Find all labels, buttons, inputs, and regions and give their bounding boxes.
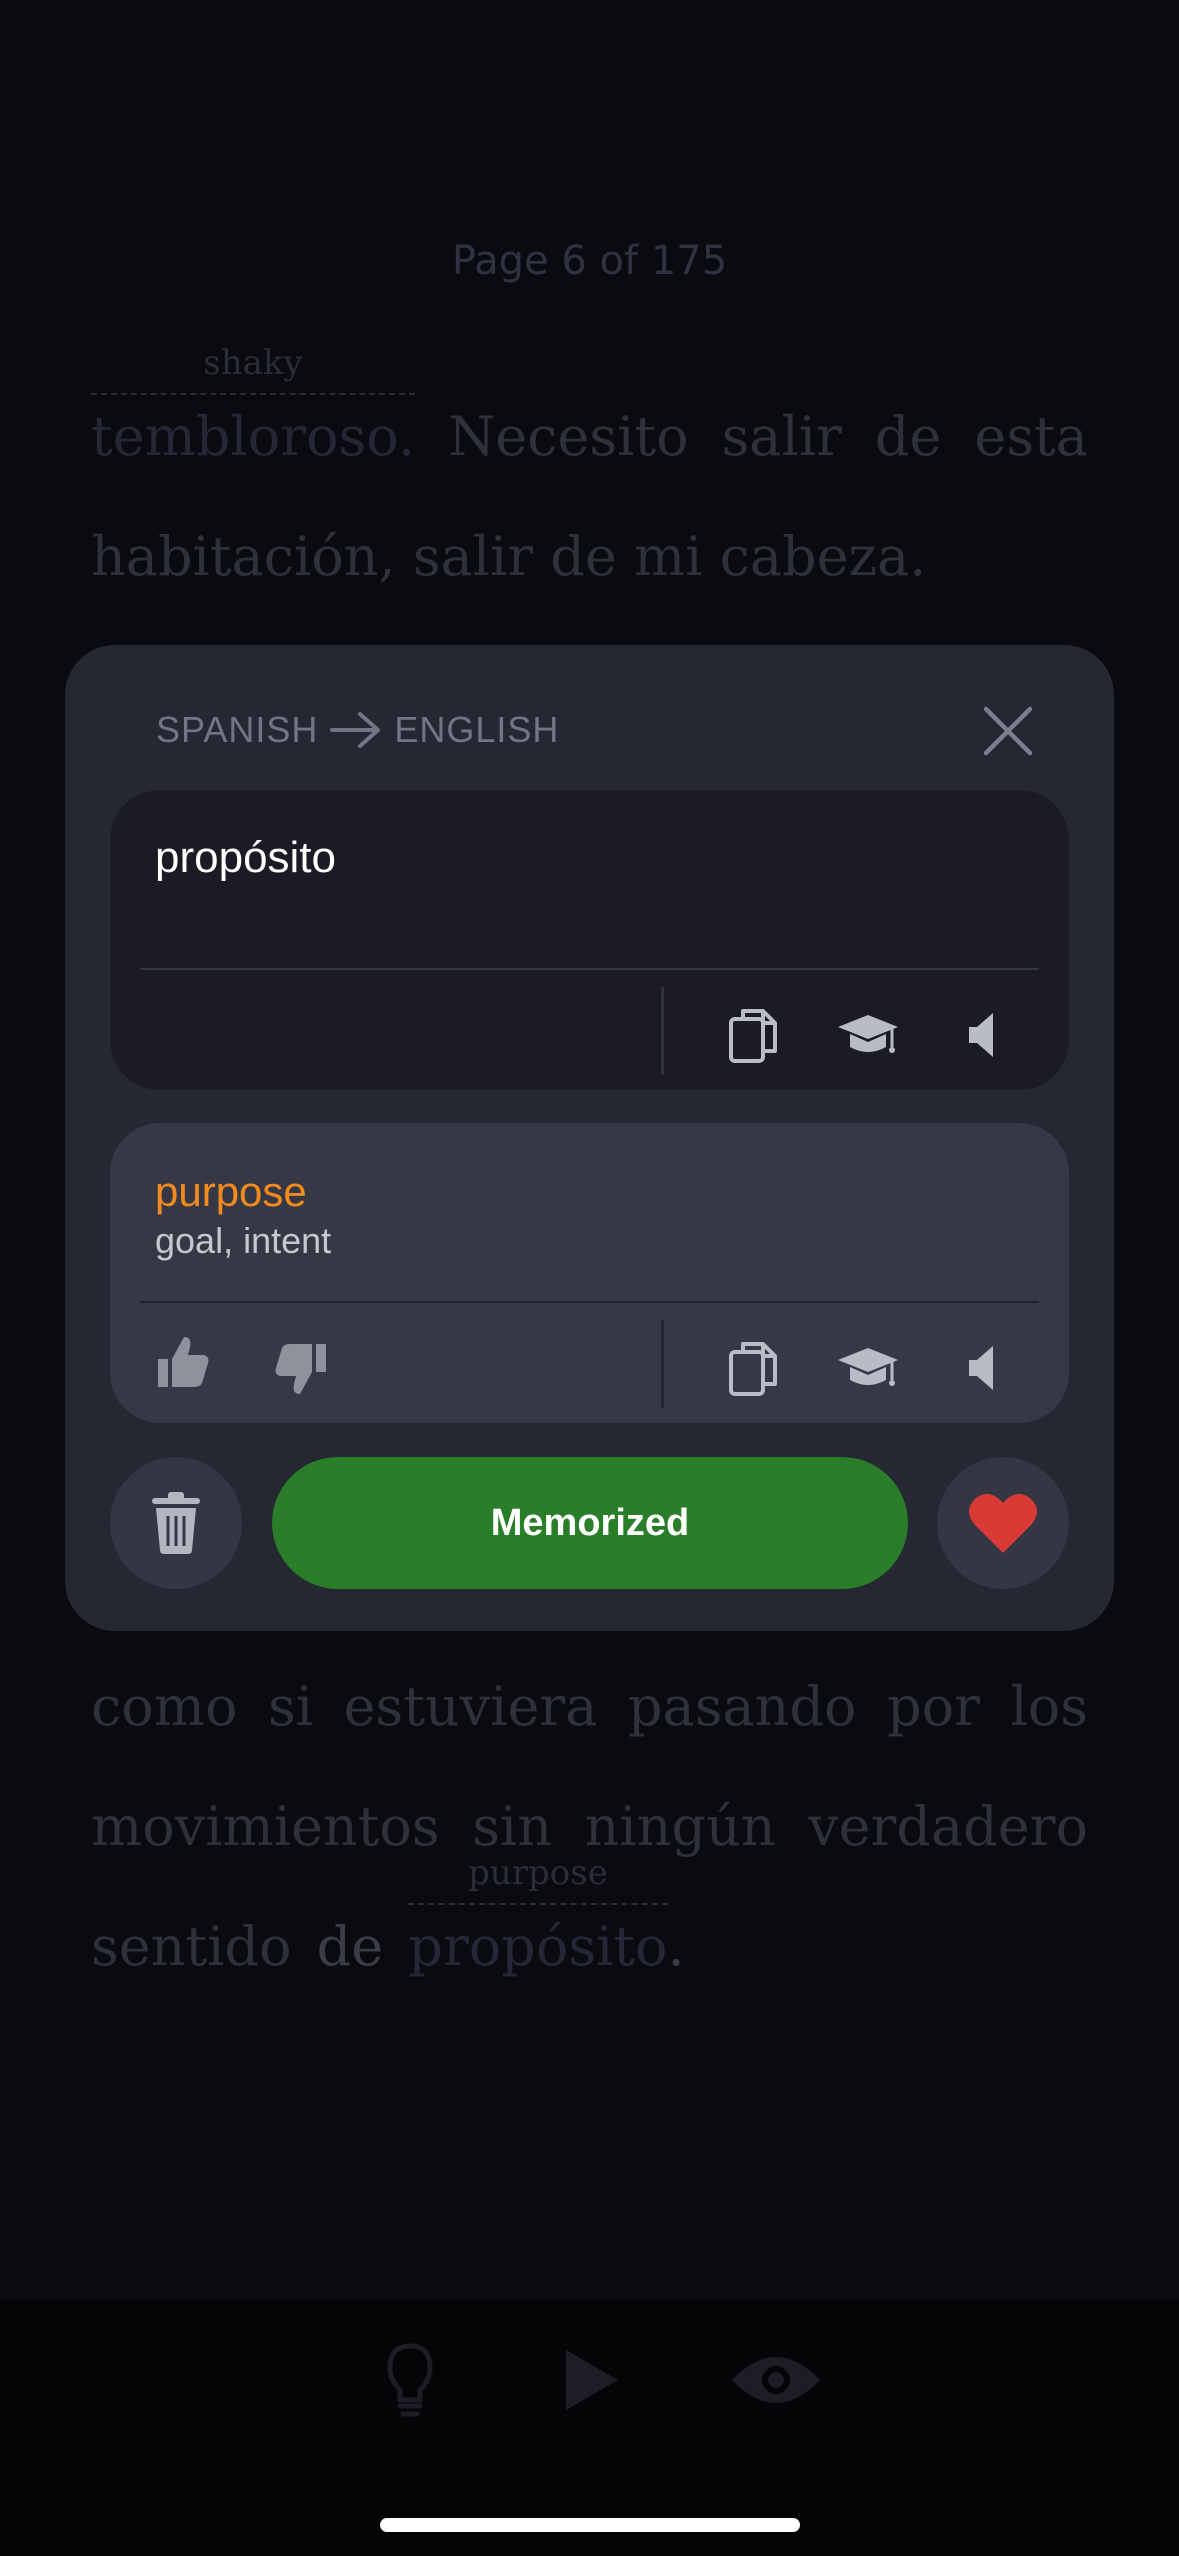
word[interactable]: si bbox=[268, 1675, 313, 1738]
text-line: sentido de purpose propósito . bbox=[91, 1853, 1088, 1995]
arrow-right-icon bbox=[330, 712, 381, 748]
divider bbox=[140, 1301, 1039, 1303]
text-line: como si estuviera pasando por los bbox=[91, 1675, 1088, 1755]
speaker-icon[interactable] bbox=[953, 1336, 1017, 1400]
graduation-cap-icon[interactable] bbox=[836, 1336, 900, 1400]
highlighted-word[interactable]: shaky tembloroso. bbox=[91, 343, 415, 468]
page-indicator: Page 6 of 175 bbox=[451, 238, 728, 284]
thumbs-down-icon[interactable] bbox=[270, 1336, 334, 1400]
home-indicator bbox=[380, 2518, 800, 2532]
play-icon[interactable] bbox=[550, 2340, 630, 2420]
translation-card: purpose goal, intent bbox=[110, 1123, 1069, 1423]
graduation-cap-icon[interactable] bbox=[836, 1003, 900, 1067]
target-language: ENGLISH bbox=[394, 709, 560, 750]
word[interactable]: sentido bbox=[91, 1915, 292, 1978]
word[interactable]: esta bbox=[974, 405, 1088, 468]
word[interactable]: sin bbox=[472, 1795, 552, 1858]
word[interactable]: pasando bbox=[628, 1675, 857, 1738]
translation-main[interactable]: purpose bbox=[155, 1168, 307, 1216]
word[interactable]: Necesito bbox=[448, 405, 689, 468]
speaker-icon[interactable] bbox=[953, 1003, 1017, 1067]
close-icon[interactable] bbox=[982, 705, 1034, 757]
language-pair: SPANISH ENGLISH bbox=[156, 695, 559, 765]
gloss-underline bbox=[408, 1903, 668, 1905]
word[interactable]: como bbox=[91, 1675, 237, 1738]
word[interactable]: movimientos bbox=[91, 1795, 440, 1858]
word-text: propósito bbox=[408, 1915, 668, 1978]
word[interactable]: los bbox=[1010, 1675, 1088, 1738]
divider bbox=[661, 987, 664, 1075]
word[interactable]: verdadero bbox=[808, 1795, 1088, 1858]
gloss-underline bbox=[91, 393, 415, 395]
punctuation: . bbox=[667, 1915, 685, 1978]
word[interactable]: estuviera bbox=[344, 1675, 598, 1738]
source-card: propósito bbox=[110, 790, 1069, 1090]
word[interactable]: ningún bbox=[585, 1795, 776, 1858]
word[interactable]: de bbox=[317, 1915, 384, 1978]
eye-icon[interactable] bbox=[728, 2340, 824, 2420]
highlighted-word[interactable]: purpose propósito bbox=[408, 1853, 668, 1978]
word-gloss: shaky bbox=[203, 343, 303, 383]
source-language: SPANISH bbox=[156, 709, 319, 750]
translation-panel: SPANISH ENGLISH propósito purpose goal, … bbox=[65, 645, 1114, 1631]
word-gloss: purpose bbox=[468, 1853, 608, 1893]
translation-alternatives[interactable]: goal, intent bbox=[155, 1220, 331, 1262]
word[interactable]: por bbox=[887, 1675, 980, 1738]
divider bbox=[661, 1320, 664, 1408]
word[interactable]: de bbox=[875, 405, 942, 468]
lightbulb-icon[interactable] bbox=[370, 2340, 450, 2420]
trash-icon bbox=[152, 1492, 200, 1554]
favorite-button[interactable] bbox=[937, 1457, 1069, 1589]
thumbs-up-icon[interactable] bbox=[150, 1331, 214, 1395]
word-text: tembloroso bbox=[91, 405, 398, 468]
divider bbox=[140, 968, 1039, 970]
heart-icon bbox=[969, 1493, 1037, 1553]
punctuation: . bbox=[397, 405, 415, 468]
delete-button[interactable] bbox=[110, 1457, 242, 1589]
text-line[interactable]: habitación, salir de mi cabeza. bbox=[91, 525, 1088, 605]
text-line: shaky tembloroso. Necesito salir de esta bbox=[91, 343, 1088, 485]
copy-icon[interactable] bbox=[723, 1003, 787, 1067]
source-text[interactable]: propósito bbox=[155, 833, 336, 883]
word[interactable]: salir bbox=[722, 405, 842, 468]
copy-icon[interactable] bbox=[723, 1336, 787, 1400]
memorized-button[interactable]: Memorized bbox=[272, 1457, 908, 1589]
